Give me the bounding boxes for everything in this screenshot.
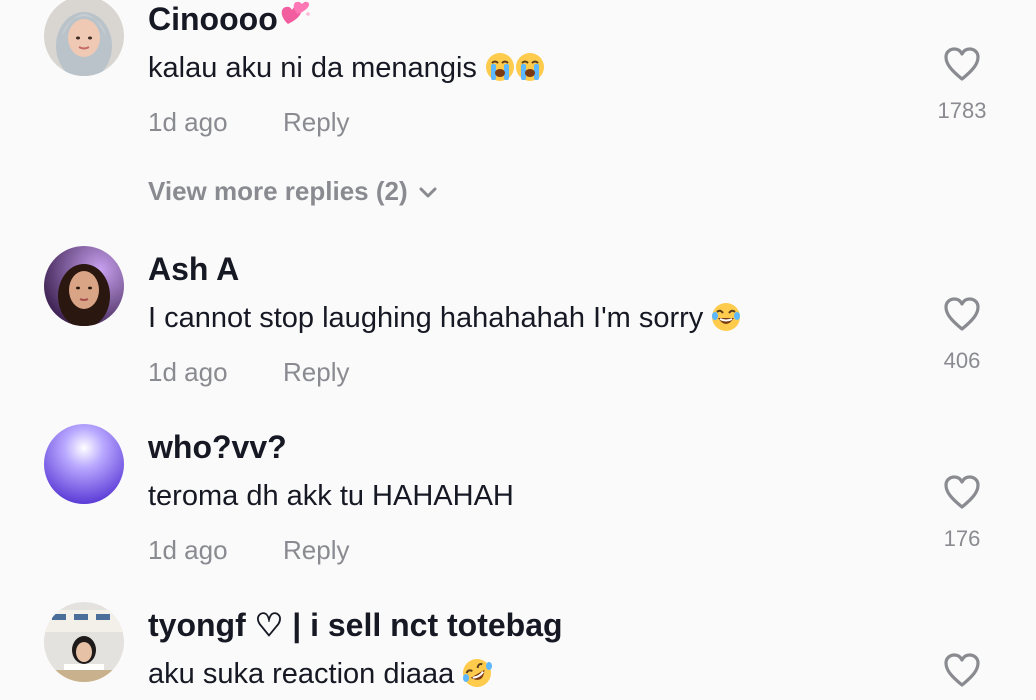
heart-outline-icon[interactable]	[943, 474, 981, 510]
comment-list: Cinoooo kalau aku ni da menangis 1d ago …	[0, 0, 1036, 700]
comment-text: teroma dh akk tu HAHAHAH	[148, 480, 514, 512]
view-more-replies-button[interactable]: View more replies (2)	[148, 176, 438, 207]
comment-text: I cannot stop laughing hahahahah I'm sor…	[148, 300, 741, 336]
rolling-on-floor-laughing-emoji-icon	[462, 658, 493, 688]
comment-item: who?vv? teroma dh akk tu HAHAHAH 1d ago …	[0, 424, 1036, 594]
comment-item: Cinoooo kalau aku ni da menangis 1d ago …	[0, 0, 1036, 230]
comment-text: kalau aku ni da menangis	[148, 50, 545, 86]
loudly-crying-face-emoji-icon	[515, 52, 545, 82]
like-button[interactable]	[938, 652, 986, 688]
reply-button[interactable]: Reply	[283, 534, 349, 566]
heart-sparkle-emoji-icon	[278, 0, 312, 36]
timestamp: 1d ago	[148, 535, 228, 565]
comment-item: Ash A I cannot stop laughing hahahahah I…	[0, 246, 1036, 416]
comment-text: aku suka reaction diaaa	[148, 656, 493, 692]
loudly-crying-face-emoji-icon	[485, 52, 515, 82]
username[interactable]: tyongf ♡ | i sell nct totebag	[148, 606, 563, 644]
comment-item: tyongf ♡ | i sell nct totebag aku suka r…	[0, 602, 1036, 700]
timestamp: 1d ago	[148, 357, 228, 387]
like-count: 406	[943, 348, 981, 373]
reply-button[interactable]: Reply	[283, 356, 349, 388]
avatar[interactable]	[44, 0, 124, 76]
reply-button[interactable]: Reply	[283, 106, 349, 138]
chevron-down-icon[interactable]	[418, 186, 438, 200]
heart-outline-icon[interactable]	[943, 652, 981, 688]
face-with-tears-of-joy-emoji-icon	[711, 302, 741, 332]
heart-outline-icon[interactable]	[943, 296, 981, 332]
comment-meta: 1d ago Reply	[148, 534, 349, 566]
comment-meta: 1d ago Reply	[148, 356, 349, 388]
avatar[interactable]	[44, 602, 124, 682]
like-count: 1783	[937, 98, 987, 123]
timestamp: 1d ago	[148, 107, 228, 137]
comment-meta: 1d ago Reply	[148, 106, 349, 138]
username[interactable]: who?vv?	[148, 428, 287, 466]
avatar[interactable]	[44, 424, 124, 504]
like-count: 176	[943, 526, 981, 551]
username[interactable]: Cinoooo	[148, 0, 312, 38]
like-button[interactable]	[938, 46, 986, 82]
username[interactable]: Ash A	[148, 250, 239, 288]
like-button[interactable]	[938, 474, 986, 510]
avatar[interactable]	[44, 246, 124, 326]
like-button[interactable]	[938, 296, 986, 332]
heart-outline-icon[interactable]	[943, 46, 981, 82]
